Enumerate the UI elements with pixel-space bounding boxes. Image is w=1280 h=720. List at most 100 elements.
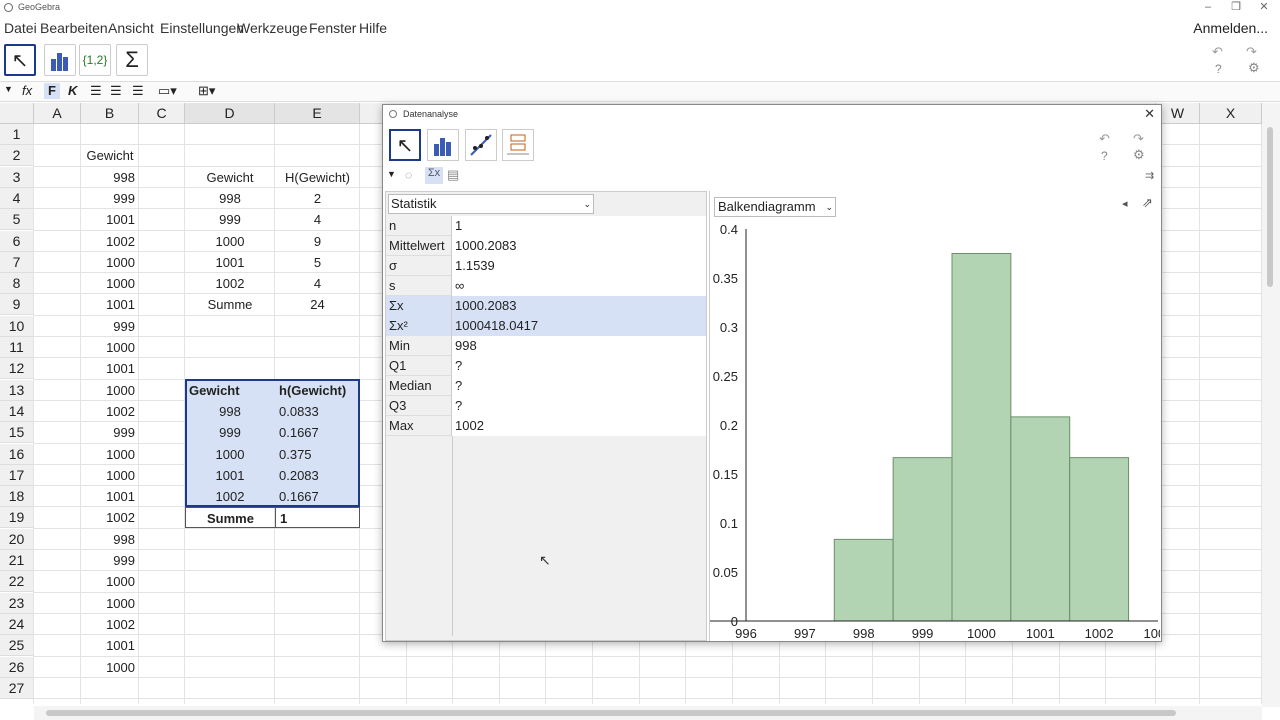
stat-row[interactable]: Median ? [386,376,706,396]
layout-icon[interactable]: ▤ [447,167,459,183]
list-tool-button[interactable]: {1,2} [79,44,111,76]
abs-table-value-cell[interactable]: 1002 [185,273,275,294]
rel-table-value-cell[interactable]: 999 [185,422,275,443]
menu-datei[interactable]: Datei [4,20,37,36]
cell-b11[interactable]: 1000 [81,337,139,358]
align-left-icon[interactable]: ☰ [90,83,102,99]
cell-b8[interactable]: 1000 [81,273,139,294]
cell-b21[interactable]: 999 [81,550,139,571]
cell-b15[interactable]: 999 [81,422,139,443]
menu-einstellungen[interactable]: Einstellungen [160,20,244,36]
row-header[interactable]: 21 [0,550,34,571]
rel-table-value-cell[interactable]: 998 [185,401,275,422]
stat-row[interactable]: Σx² 1000418.0417 [386,316,706,336]
cell-b19[interactable]: 1002 [81,507,139,528]
cell-b2[interactable]: Gewicht [81,145,139,166]
row-header[interactable]: 6 [0,230,34,252]
cell-b6[interactable]: 1002 [81,231,139,252]
row-header[interactable]: 16 [0,443,34,465]
stat-row[interactable]: Σx 1000.2083 [386,296,706,316]
close-window-icon[interactable]: ✕ [1254,0,1274,14]
col-header-b[interactable]: B [81,103,139,124]
rel-table-freq-cell[interactable]: 0.1667 [275,422,360,443]
rel-table-freq-cell[interactable]: 0.0833 [275,401,360,422]
stat-row[interactable]: σ 1.1539 [386,256,706,276]
help-icon[interactable]: ? [1101,149,1108,163]
row-header[interactable]: 20 [0,528,34,550]
abs-table-count-cell[interactable]: 24 [275,294,360,315]
row-header[interactable]: 4 [0,187,34,209]
row-header[interactable]: 25 [0,635,34,657]
row-header[interactable]: 3 [0,166,34,188]
align-right-icon[interactable]: ☰ [132,83,144,99]
abs-table-count-cell[interactable]: 4 [275,209,360,230]
cell-b26[interactable]: 1000 [81,657,139,678]
row-header[interactable]: 12 [0,358,34,380]
stat-row[interactable]: Mittelwert 1000.2083 [386,236,706,256]
bold-button[interactable]: F [44,83,60,99]
cell-d13[interactable]: Gewicht [185,380,275,401]
redo-icon[interactable]: ↷ [1133,131,1144,147]
cell-b3[interactable]: 998 [81,167,139,188]
statistics-mode-select[interactable]: Statistik ⌄ [388,194,594,214]
fx-icon[interactable]: fx [22,83,32,98]
row-header[interactable]: 10 [0,315,34,337]
cell-b12[interactable]: 1001 [81,358,139,379]
move-tool-button[interactable]: ↖ [4,44,36,76]
lasso-icon[interactable]: ◌ [405,168,412,182]
cell-b17[interactable]: 1000 [81,465,139,486]
redo-icon[interactable]: ↷ [1246,44,1257,60]
cell-b23[interactable]: 1000 [81,593,139,614]
rel-table-value-cell[interactable]: 1000 [185,444,275,465]
cell-e3[interactable]: H(Gewicht) [275,167,360,188]
one-variable-analysis-button[interactable] [427,129,459,161]
sigma-statistics-icon[interactable]: Σx [425,167,443,184]
row-header[interactable]: 14 [0,400,34,422]
row-header[interactable]: 27 [0,677,34,699]
col-header-e[interactable]: E [275,103,360,124]
col-header-x[interactable]: X [1200,103,1262,124]
panel-menu-icon[interactable]: ⇉ [1145,169,1154,182]
cell-b14[interactable]: 1002 [81,401,139,422]
row-header[interactable]: 19 [0,507,34,529]
stat-row[interactable]: Q3 ? [386,396,706,416]
fill-color-icon[interactable]: ▭▾ [158,83,177,99]
chart-type-select[interactable]: Balkendiagramm ⌄ [714,197,836,217]
rel-table-value-cell[interactable]: 1001 [185,465,275,486]
abs-table-value-cell[interactable]: 998 [185,188,275,209]
row-header[interactable]: 7 [0,251,34,273]
cell-d3[interactable]: Gewicht [185,167,275,188]
two-variable-regression-button[interactable] [465,129,497,161]
row-header[interactable]: 2 [0,145,34,167]
cell-b10[interactable]: 999 [81,316,139,337]
abs-table-count-cell[interactable]: 4 [275,273,360,294]
stat-row[interactable]: n 1 [386,216,706,236]
maximize-icon[interactable]: ❐ [1226,0,1246,14]
cell-b20[interactable]: 998 [81,529,139,550]
chevron-down-icon[interactable]: ▼ [387,169,396,179]
stat-row[interactable]: Max 1002 [386,416,706,436]
cell-b24[interactable]: 1002 [81,614,139,635]
horizontal-scrollbar[interactable] [34,706,1262,720]
cell-b7[interactable]: 1000 [81,252,139,273]
row-header[interactable]: 5 [0,209,34,231]
row-header[interactable]: 23 [0,592,34,614]
minimize-icon[interactable]: – [1198,0,1218,14]
analysis-tool-button[interactable] [44,44,76,76]
gear-icon[interactable]: ⚙ [1248,60,1260,76]
row-header[interactable]: 22 [0,571,34,593]
cell-b18[interactable]: 1001 [81,486,139,507]
rel-table-freq-cell[interactable]: 0.1667 [275,486,360,507]
col-header-d[interactable]: D [185,103,275,124]
cell-e19[interactable]: 1 [275,507,360,529]
help-icon[interactable]: ? [1215,62,1222,76]
vertical-scroll-thumb[interactable] [1267,127,1273,287]
row-header[interactable]: 26 [0,656,34,678]
stat-row[interactable]: s ∞ [386,276,706,296]
rel-table-freq-cell[interactable]: 0.2083 [275,465,360,486]
row-header[interactable]: 17 [0,464,34,486]
undo-icon[interactable]: ↶ [1099,131,1110,147]
cell-b9[interactable]: 1001 [81,294,139,315]
cell-b16[interactable]: 1000 [81,444,139,465]
row-header[interactable]: 1 [0,124,34,145]
